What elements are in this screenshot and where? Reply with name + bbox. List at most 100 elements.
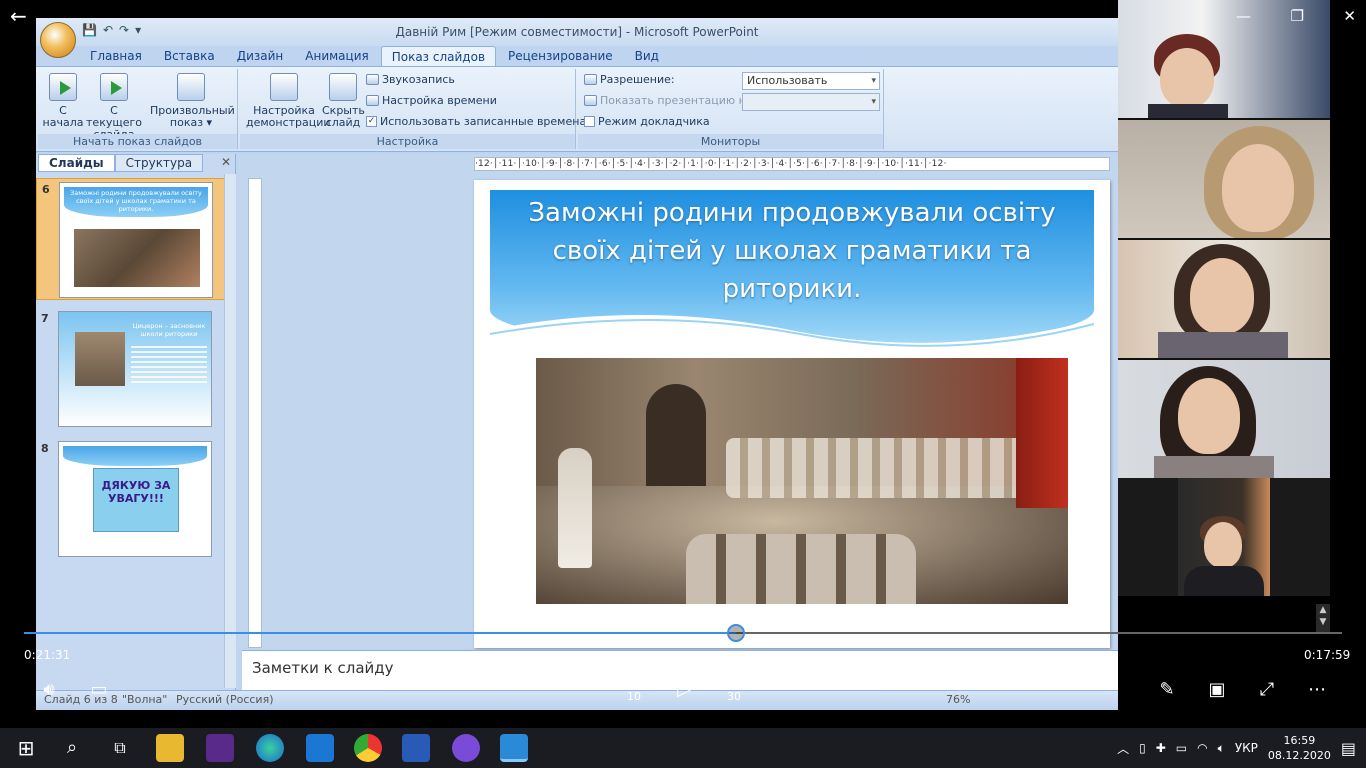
wave-decoration xyxy=(490,315,1094,360)
from-start-button[interactable]: С начала xyxy=(42,73,84,129)
tab-view[interactable]: Вид xyxy=(625,46,669,66)
chrome-icon[interactable] xyxy=(354,734,382,762)
painting-foreground-figures xyxy=(686,534,916,604)
slide-thumbnail-8[interactable]: 8 ДЯКУЮ ЗА УВАГУ!!! xyxy=(36,438,226,560)
fullscreen-icon[interactable]: ⤢ xyxy=(1254,678,1280,702)
usb-icon[interactable]: ▯ xyxy=(1139,741,1146,755)
participant-video-3[interactable] xyxy=(1118,240,1330,358)
tab-design[interactable]: Дизайн xyxy=(227,46,294,66)
search-icon[interactable]: ⌕ xyxy=(58,734,86,762)
record-narration-button[interactable]: Звукозапись xyxy=(366,73,455,86)
app-save-icon[interactable] xyxy=(206,734,234,762)
progress-fill xyxy=(24,632,736,634)
horizontal-ruler: ·12·│·11·│·10·│·9·│·8·│·7·│·6·│·5·│·4·│·… xyxy=(474,157,1110,171)
play-icon[interactable]: ▷ xyxy=(672,678,696,702)
windows-start-icon[interactable]: ⊞ xyxy=(12,734,40,762)
chevron-up-icon[interactable]: ︿ xyxy=(1117,740,1129,757)
back-arrow-icon[interactable]: ← xyxy=(10,4,38,28)
miniplayer-icon[interactable]: ▣ xyxy=(1204,678,1230,702)
security-icon[interactable]: ✚ xyxy=(1156,741,1166,755)
skip-forward-button[interactable]: ↻ 30 xyxy=(720,674,748,708)
minimize-icon[interactable]: — xyxy=(1236,0,1251,32)
cicero-portrait xyxy=(75,332,125,386)
system-tray: ︿ ▯ ✚ ▭ ◠ 🔈︎ УКР 16:59 08.12.2020 ▤ xyxy=(1117,728,1366,768)
from-current-button[interactable]: С текущего слайда xyxy=(84,73,144,141)
redo-icon[interactable]: ↷ xyxy=(119,23,129,37)
notifications-icon[interactable]: ▤ xyxy=(1341,739,1356,758)
pen-icon[interactable]: ✎ xyxy=(1154,678,1180,702)
tab-home[interactable]: Главная xyxy=(80,46,152,66)
skip-back-button[interactable]: ↺ 10 xyxy=(620,674,648,708)
participant-video-strip xyxy=(1118,0,1330,596)
customize-qat-icon[interactable]: ▾ xyxy=(135,23,141,37)
speaker-icon[interactable]: 🔈︎ xyxy=(1218,741,1225,756)
resolution-label: Разрешение: xyxy=(584,73,675,86)
current-slide[interactable]: Заможні родини продовжували освіту своїх… xyxy=(474,180,1110,648)
presenter-view-checkbox[interactable]: Режим докладчика xyxy=(584,115,710,128)
ribbon: С начала С текущего слайда Произвольный … xyxy=(36,66,1118,152)
tab-insert[interactable]: Вставка xyxy=(154,46,225,66)
close-icon[interactable]: ✕ xyxy=(1343,0,1356,32)
vertical-ruler xyxy=(248,178,262,648)
scroll-participants-icon[interactable]: ▲ ▼ xyxy=(1316,604,1330,632)
task-view-icon[interactable]: ⧉ xyxy=(106,734,134,762)
window-controls: — ❐ ✕ xyxy=(1226,0,1366,32)
pane-tabs: Слайды Структура xyxy=(38,154,204,172)
progress-knob[interactable] xyxy=(726,624,745,642)
rehearse-timings-button[interactable]: Настройка времени xyxy=(366,94,497,107)
tab-slides[interactable]: Слайды xyxy=(38,154,115,172)
slides-pane: Слайды Структура ✕ 6 Заможні родини прод… xyxy=(36,154,236,690)
save-icon[interactable]: 💾 xyxy=(82,23,97,37)
pane-scrollbar[interactable] xyxy=(224,174,236,688)
custom-show-button[interactable]: Произвольный показ ▾ xyxy=(150,73,235,129)
current-time: 0:21:31 xyxy=(24,648,71,662)
ribbon-tabs: Главная Вставка Дизайн Анимация Показ сл… xyxy=(80,46,669,66)
use-timings-checkbox[interactable]: ✓ Использовать записанные времена xyxy=(366,115,586,128)
show-on-dropdown[interactable] xyxy=(742,93,880,111)
language-indicator[interactable]: УКР xyxy=(1235,741,1258,755)
battery-icon[interactable]: ▭ xyxy=(1176,741,1187,755)
title-bar: Давній Рим [Режим совместимости] - Micro… xyxy=(36,18,1118,46)
group-label-start: Начать показ слайдов xyxy=(38,134,237,149)
undo-icon[interactable]: ↶ xyxy=(103,23,113,37)
tab-outline[interactable]: Структура xyxy=(114,154,204,172)
file-explorer-icon[interactable] xyxy=(156,734,184,762)
tab-animation[interactable]: Анимация xyxy=(295,46,378,66)
participant-video-2[interactable] xyxy=(1118,120,1330,238)
painting-senators xyxy=(726,438,1046,498)
viber-icon[interactable] xyxy=(452,734,480,762)
more-options-icon[interactable]: ⋯ xyxy=(1304,678,1330,702)
word-icon[interactable] xyxy=(402,734,430,762)
media-player-icon[interactable] xyxy=(500,734,528,762)
close-pane-icon[interactable]: ✕ xyxy=(221,155,231,169)
group-setup: Настройка демонстрации Скрыть слайд Звук… xyxy=(240,69,586,149)
tab-slideshow[interactable]: Показ слайдов xyxy=(380,46,497,66)
hide-slide-icon xyxy=(329,73,357,101)
hide-slide-button[interactable]: Скрыть слайд xyxy=(322,73,365,129)
office-button-icon[interactable] xyxy=(40,22,76,58)
slide-thumbnail-6[interactable]: 6 Заможні родини продовжували освіту сво… xyxy=(36,178,226,300)
participant-video-5[interactable] xyxy=(1118,478,1330,596)
status-zoom[interactable]: 76% xyxy=(946,691,970,709)
roman-senate-painting xyxy=(536,358,1068,604)
slide-title: Заможні родини продовжували освіту своїх… xyxy=(528,198,1056,304)
checkbox-icon xyxy=(584,116,595,127)
captions-icon[interactable]: ▭ xyxy=(86,678,112,702)
microphone-icon xyxy=(366,74,379,85)
rewind-icon: ↺ xyxy=(627,672,641,691)
volume-icon[interactable]: 🔊︎ xyxy=(36,678,62,702)
resolution-dropdown[interactable]: Использовать текуще... xyxy=(742,72,880,103)
monitor-icon xyxy=(584,95,597,106)
slide-thumbnail-7[interactable]: 7 Цицерон – засновник школи риторики xyxy=(36,308,226,430)
clock[interactable]: 16:59 08.12.2020 xyxy=(1268,733,1331,763)
tab-review[interactable]: Рецензирование xyxy=(498,46,623,66)
status-bar: Слайд 6 из 8 "Волна" Русский (Россия) 76… xyxy=(36,690,1118,710)
painting-red-curtain xyxy=(1016,358,1068,508)
edge-browser-icon[interactable] xyxy=(256,734,284,762)
setup-show-button[interactable]: Настройка демонстрации xyxy=(246,73,331,129)
mail-icon[interactable] xyxy=(306,734,334,762)
restore-icon[interactable]: ❐ xyxy=(1290,0,1303,32)
participant-video-4[interactable] xyxy=(1118,360,1330,478)
wifi-icon[interactable]: ◠ xyxy=(1197,741,1207,755)
forward-icon: ↻ xyxy=(727,672,741,691)
